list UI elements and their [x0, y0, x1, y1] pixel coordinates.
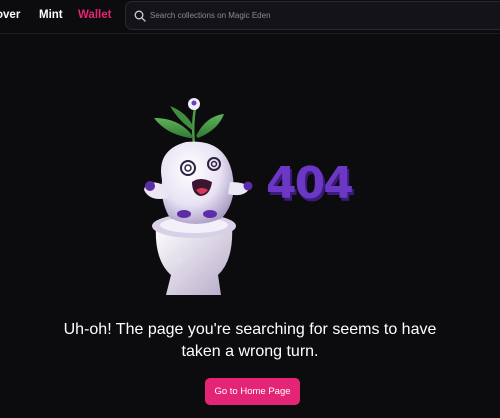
error-code: 404 404	[266, 158, 356, 212]
top-nav-bar: over Mint Wallet	[0, 0, 500, 34]
404-illustration: 404 404	[144, 98, 356, 295]
svg-text:404: 404	[266, 158, 352, 209]
error-message-line-1: Uh-oh! The page you're searching for see…	[63, 321, 437, 338]
mascot-figure	[144, 141, 253, 295]
error-message-line-2: taken a wrong turn.	[181, 343, 319, 360]
go-home-button[interactable]: Go to Home Page	[205, 378, 300, 405]
nav-item-mint[interactable]: Mint	[39, 9, 63, 21]
search-input[interactable]	[150, 7, 490, 24]
nav-item-discover[interactable]: over	[0, 9, 20, 21]
search-icon	[134, 10, 146, 22]
nav-item-wallet[interactable]: Wallet	[78, 9, 111, 21]
search-bar[interactable]	[125, 1, 500, 30]
error-message: Uh-oh! The page you're searching for see…	[30, 319, 470, 363]
sprout-icon	[154, 98, 224, 146]
